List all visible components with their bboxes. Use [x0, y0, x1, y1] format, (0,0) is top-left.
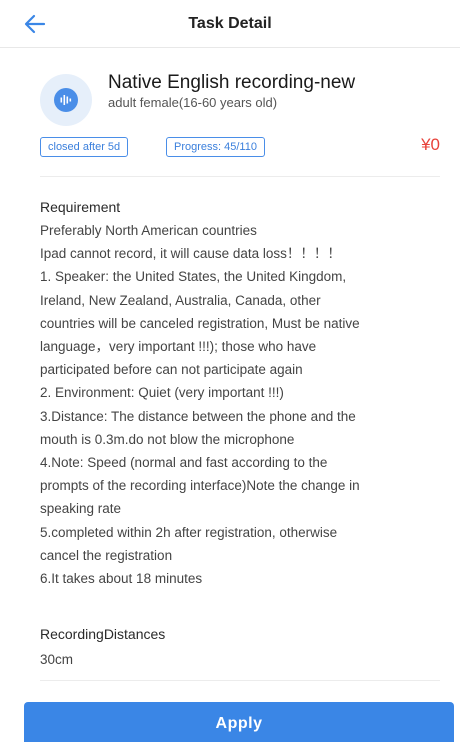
requirement-line: 2. Environment: Quiet (very important !!…: [40, 385, 284, 401]
requirement-line: 1. Speaker: the United States, the Unite…: [40, 269, 347, 285]
recording-distances-label: RecordingDistances: [40, 626, 166, 642]
requirement-line: Ipad cannot record, it will cause data l…: [40, 246, 341, 262]
requirement-line: 4.Note: Speed (normal and fast according…: [40, 455, 328, 471]
requirement-line: participated before can not participate …: [40, 362, 303, 378]
requirement-line: mouth is 0.3m.do not blow the microphone: [40, 431, 295, 447]
requirement-line: Ireland, New Zealand, Australia, Canada,…: [40, 292, 321, 308]
closed-badge: closed after 5d: [40, 137, 129, 157]
recording-distance-value: 30cm: [40, 652, 74, 667]
task-title: Native English recording-new: [108, 72, 356, 93]
requirement-line: speaking rate: [40, 501, 122, 517]
requirement-label: Requirement: [40, 199, 121, 215]
requirement-line: 5.completed within 2h after registration…: [40, 524, 338, 540]
requirement-line: Preferably North American countries: [40, 223, 257, 238]
apply-button[interactable]: Apply: [24, 702, 454, 742]
task-detail-page: Task Detail Native English recording-new…: [0, 0, 460, 742]
page-title: Task Detail: [188, 15, 272, 32]
audio-waveform-icon: [54, 88, 78, 112]
task-price: ¥0: [421, 135, 440, 154]
requirement-line: countries will be canceled registration,…: [40, 315, 360, 331]
requirement-line: cancel the registration: [40, 547, 173, 563]
task-subtitle: adult female(16-60 years old): [108, 95, 278, 110]
requirement-line: 3.Distance: The distance between the pho…: [40, 408, 356, 424]
requirement-line: language，very important !!!); those who …: [40, 339, 317, 355]
divider: [40, 680, 440, 681]
task-avatar: [40, 74, 92, 126]
header-bar: Task Detail: [0, 0, 460, 48]
divider: [40, 176, 440, 177]
requirement-text: Preferably North American countries Ipad…: [40, 219, 450, 590]
progress-badge: Progress: 45/110: [166, 137, 265, 157]
requirement-line: prompts of the recording interface)Note …: [40, 478, 360, 494]
requirement-line: 6.It takes about 18 minutes: [40, 571, 203, 587]
